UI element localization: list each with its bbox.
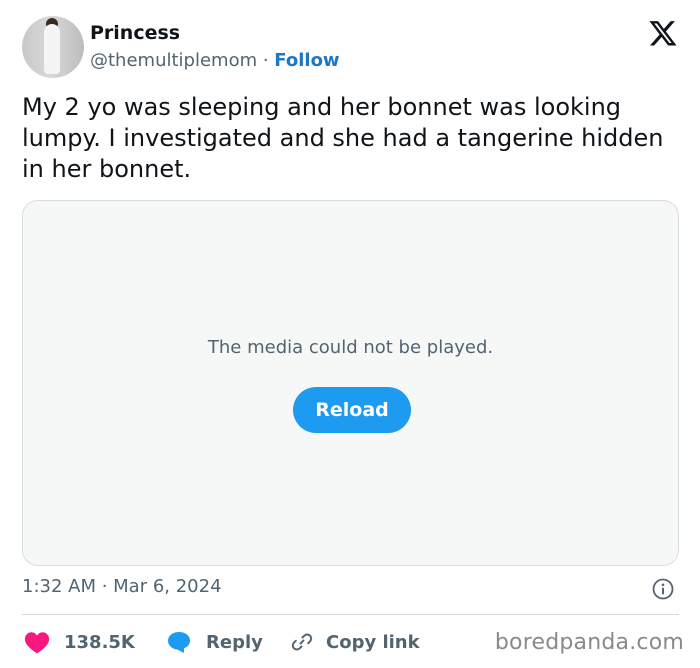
copy-link-button[interactable]: Copy link bbox=[290, 628, 420, 656]
reload-button[interactable]: Reload bbox=[293, 387, 411, 433]
copy-link-label: Copy link bbox=[326, 631, 420, 653]
link-icon bbox=[291, 633, 313, 651]
avatar-figure bbox=[44, 24, 60, 74]
reply-button[interactable]: Reply bbox=[166, 628, 263, 656]
author-handle-row: @themultiplemom · Follow bbox=[90, 50, 340, 71]
like-count: 138.5K bbox=[64, 631, 135, 653]
like-button[interactable]: 138.5K bbox=[24, 628, 135, 656]
heart-icon bbox=[24, 632, 50, 654]
reply-label: Reply bbox=[206, 631, 263, 653]
avatar[interactable] bbox=[22, 16, 84, 78]
tweet-timestamp[interactable]: 1:32 AM · Mar 6, 2024 bbox=[22, 576, 222, 597]
divider bbox=[22, 614, 679, 615]
follow-button[interactable]: Follow bbox=[274, 50, 339, 71]
media-error-message: The media could not be played. bbox=[207, 337, 494, 358]
handle-separator: · bbox=[257, 50, 275, 71]
watermark: boredpanda.com bbox=[494, 630, 684, 655]
tweet-header: Princess @themultiplemom · Follow bbox=[22, 16, 682, 78]
tweet-text: My 2 yo was sleeping and her bonnet was … bbox=[22, 93, 664, 183]
x-logo-icon[interactable] bbox=[648, 18, 678, 48]
author-name[interactable]: Princess bbox=[90, 22, 180, 44]
speech-bubble-icon bbox=[168, 632, 190, 653]
media-container: The media could not be played. Reload bbox=[22, 200, 679, 566]
info-icon[interactable] bbox=[652, 578, 674, 600]
author-handle[interactable]: @themultiplemom bbox=[90, 50, 257, 71]
